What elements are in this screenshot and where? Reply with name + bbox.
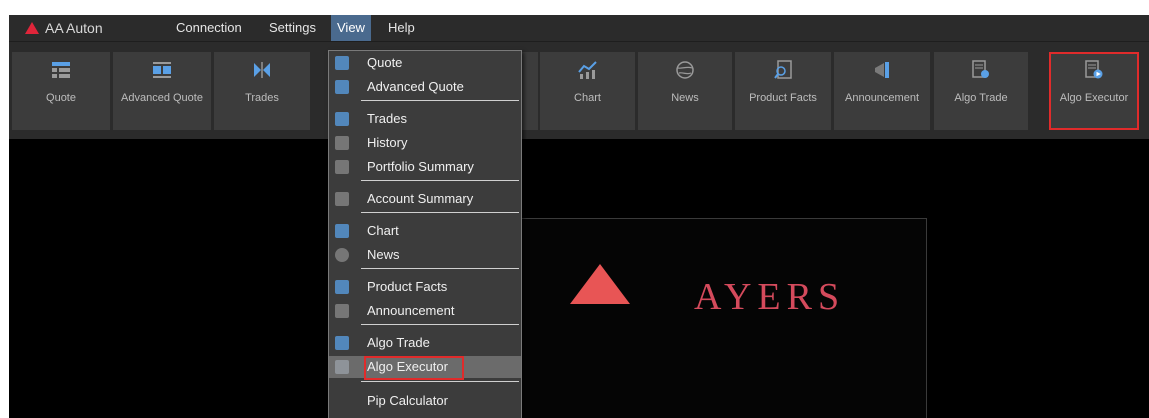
announcement-icon (335, 304, 349, 318)
brand-logo-icon (25, 22, 39, 34)
menu-item-label: Trades (367, 111, 407, 126)
algo-trade-icon (972, 60, 989, 78)
algo-trade-icon (335, 336, 349, 350)
menu-connection[interactable]: Connection (170, 15, 248, 41)
logo-triangle-icon (570, 264, 630, 304)
news-icon (335, 248, 349, 262)
toolbar-advanced-quote-button[interactable]: Advanced Quote (113, 52, 211, 130)
toolbar-label: Announcement (845, 92, 919, 104)
app-title: AA Auton (45, 20, 103, 36)
chart-icon (335, 224, 349, 238)
toolbar-quote-button[interactable]: Quote (12, 52, 110, 130)
trades-icon (254, 62, 270, 78)
toolbar-news-button[interactable]: News (638, 52, 732, 130)
news-icon (676, 61, 694, 79)
menu-settings[interactable]: Settings (263, 15, 322, 41)
menu-item-label: Account Summary (367, 191, 474, 206)
view-menu-item-history[interactable]: History (329, 132, 521, 154)
toolbar-label: Quote (46, 92, 76, 104)
product-facts-icon (774, 60, 792, 79)
toolbar-label: Algo Trade (954, 92, 1008, 104)
app-window: AA Auton Connection Settings View Help Q… (9, 15, 1149, 418)
menu-item-label: History (367, 135, 408, 150)
announcement-icon (875, 62, 889, 78)
view-menu-item-news[interactable]: News (329, 244, 521, 266)
toolbar-announcement-button[interactable]: Announcement (834, 52, 930, 130)
menu-item-label: Pip Calculator (367, 393, 448, 408)
algo-executor-icon (1085, 60, 1103, 79)
chart-icon (577, 61, 597, 79)
menu-item-label: Portfolio Summary (367, 159, 474, 174)
menu-separator (361, 100, 519, 101)
view-menu-item-advanced-quote[interactable]: Advanced Quote (329, 76, 521, 98)
toolbar: Quote Advanced Quote Trades y Chart (9, 41, 1149, 140)
view-menu-item-quote[interactable]: Quote (329, 52, 521, 74)
algo-executor-icon (335, 360, 349, 374)
toolbar-label: Product Facts (749, 92, 817, 104)
app-brand: AA Auton (25, 20, 103, 36)
view-menu-item-algo-trade[interactable]: Algo Trade (329, 332, 521, 354)
menu-separator (361, 180, 519, 181)
menu-item-label: Product Facts (367, 279, 448, 294)
menu-item-label: Advanced Quote (367, 79, 464, 94)
splash-logo: AYERS (461, 218, 927, 418)
toolbar-label: Advanced Quote (121, 92, 203, 104)
toolbar-chart-button[interactable]: Chart (540, 52, 635, 130)
account-icon (335, 192, 349, 206)
menu-separator (361, 381, 519, 382)
portfolio-icon (335, 160, 349, 174)
advanced-quote-icon (335, 80, 349, 94)
quote-icon (335, 56, 349, 70)
toolbar-label: Algo Executor (1059, 92, 1129, 104)
view-menu-item-trades[interactable]: Trades (329, 108, 521, 130)
toolbar-trades-button[interactable]: Trades (214, 52, 310, 130)
menu-separator (361, 212, 519, 213)
splash-logo-text: AYERS (694, 276, 846, 318)
menu-item-label: Quote (367, 55, 403, 70)
menu-item-label: News (367, 247, 400, 262)
view-menu-item-account-summary[interactable]: Account Summary (329, 188, 521, 210)
toolbar-label: Chart (574, 92, 601, 104)
menu-help[interactable]: Help (382, 15, 421, 41)
menu-separator (361, 324, 519, 325)
toolbar-product-facts-button[interactable]: Product Facts (735, 52, 831, 130)
menu-item-label: Chart (367, 223, 399, 238)
menu-view[interactable]: View (331, 15, 371, 41)
menu-separator (361, 268, 519, 269)
view-menu-dropdown: Quote Advanced Quote Trades History Port… (328, 50, 522, 418)
history-icon (335, 136, 349, 150)
view-menu-item-algo-executor[interactable]: Algo Executor (329, 356, 521, 380)
quote-icon (52, 62, 70, 78)
toolbar-algo-executor-button[interactable]: Algo Executor (1049, 52, 1139, 130)
view-menu-item-chart[interactable]: Chart (329, 220, 521, 242)
view-menu-item-portfolio-summary[interactable]: Portfolio Summary (329, 156, 521, 178)
view-menu-item-product-facts[interactable]: Product Facts (329, 276, 521, 298)
view-menu-item-pip-calculator[interactable]: Pip Calculator (329, 390, 521, 412)
menu-item-label: Algo Executor (367, 359, 448, 374)
advanced-quote-icon (153, 62, 171, 78)
toolbar-algo-trade-button[interactable]: Algo Trade (934, 52, 1028, 130)
toolbar-label: Trades (245, 92, 279, 104)
menu-item-label: Announcement (367, 303, 455, 318)
toolbar-label: News (671, 92, 699, 104)
product-facts-icon (335, 280, 349, 294)
view-menu-item-announcement[interactable]: Announcement (329, 300, 521, 322)
menu-bar: AA Auton Connection Settings View Help (9, 15, 1149, 41)
trades-icon (335, 112, 349, 126)
menu-item-label: Algo Trade (367, 335, 430, 350)
